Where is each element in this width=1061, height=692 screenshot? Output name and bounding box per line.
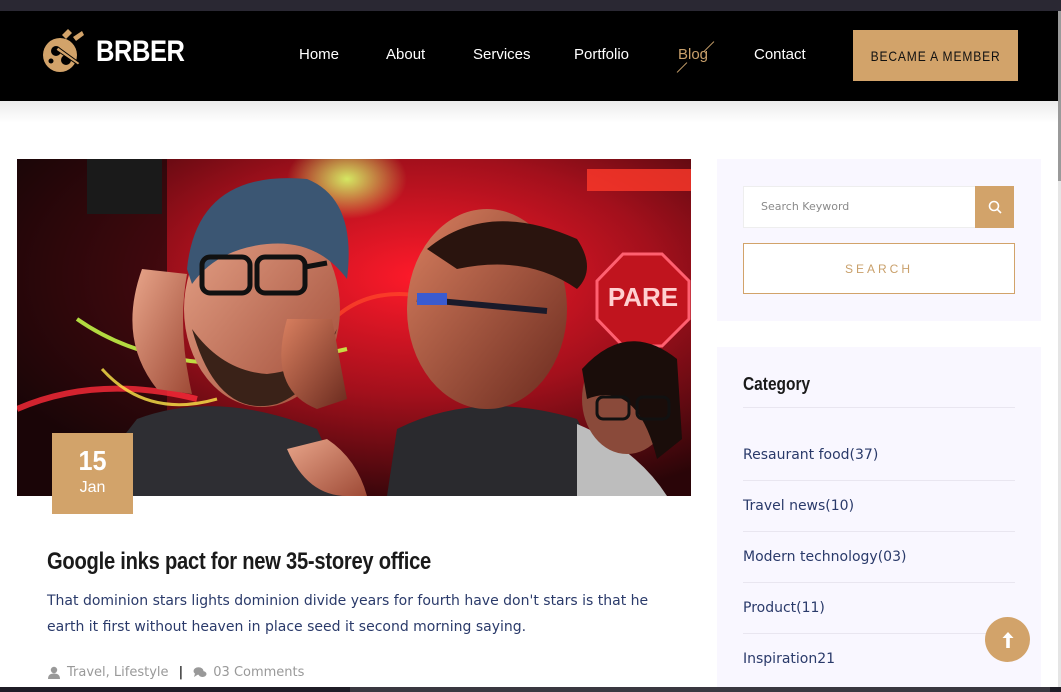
header-shadow (0, 101, 1058, 123)
category-divider (743, 531, 1015, 532)
nav-home[interactable]: Home (299, 46, 339, 63)
horizontal-scroll-indicator (350, 687, 1050, 692)
category-item[interactable]: Resaurant food(37) (743, 447, 878, 463)
search-button[interactable]: SEARCH (743, 243, 1015, 294)
post-meta: Travel, Lifestyle | 03 Comments (47, 665, 304, 680)
post-title[interactable]: Google inks pact for new 35-storey offic… (47, 548, 431, 576)
nav-about[interactable]: About (386, 46, 425, 63)
user-icon (48, 666, 60, 679)
category-divider (743, 480, 1015, 481)
search-button-label: SEARCH (844, 261, 913, 276)
arrow-up-icon (1002, 631, 1013, 648)
category-divider (743, 582, 1015, 583)
search-icon-button[interactable] (975, 186, 1014, 228)
category-divider (743, 407, 1015, 408)
active-indicator-bottom (676, 62, 688, 73)
site-header: BRBER Home About Services Portfolio Blog… (0, 11, 1058, 101)
category-item[interactable]: Modern technology(03) (743, 549, 906, 565)
barber-scissors-logo-icon (43, 29, 84, 72)
nav-contact[interactable]: Contact (754, 46, 806, 63)
search-placeholder: Search Keyword (761, 200, 850, 213)
category-item[interactable]: Product(11) (743, 600, 825, 616)
post-tags[interactable]: Travel, Lifestyle (67, 665, 169, 680)
back-to-top-button[interactable] (985, 617, 1030, 662)
became-member-button[interactable]: BECAME A MEMBER (853, 30, 1018, 81)
comments-icon (193, 667, 207, 677)
category-item[interactable]: Travel news(10) (743, 498, 854, 514)
became-member-label: BECAME A MEMBER (870, 47, 1001, 64)
nav-blog[interactable]: Blog (676, 41, 715, 73)
blog-post-card: PARE 15 Jan Google inks pact for new 35-… (17, 159, 691, 687)
brand-name: BRBER (96, 35, 185, 68)
page-viewport: BRBER Home About Services Portfolio Blog… (0, 11, 1058, 687)
category-title: Category (743, 374, 811, 394)
image-sign-text: PARE (608, 282, 678, 312)
post-date-month: Jan (79, 479, 106, 496)
browser-bottom-strip (0, 687, 1061, 692)
post-date-day: 15 (78, 445, 107, 476)
site-logo[interactable]: BRBER (38, 27, 200, 77)
nav-portfolio[interactable]: Portfolio (574, 46, 629, 63)
post-excerpt: That dominion stars lights dominion divi… (47, 593, 649, 635)
browser-top-strip (0, 0, 1061, 11)
search-widget: Search Keyword SEARCH (717, 159, 1041, 321)
search-input[interactable]: Search Keyword (743, 186, 976, 228)
post-date-badge: 15 Jan (52, 433, 133, 514)
nav-blog-label: Blog (678, 46, 709, 63)
category-item[interactable]: Inspiration21 (743, 651, 835, 667)
search-icon (988, 200, 1002, 214)
nav-services[interactable]: Services (473, 46, 531, 63)
post-comments-count[interactable]: 03 Comments (213, 665, 304, 680)
meta-separator: | (178, 665, 184, 680)
category-divider (743, 633, 1015, 634)
